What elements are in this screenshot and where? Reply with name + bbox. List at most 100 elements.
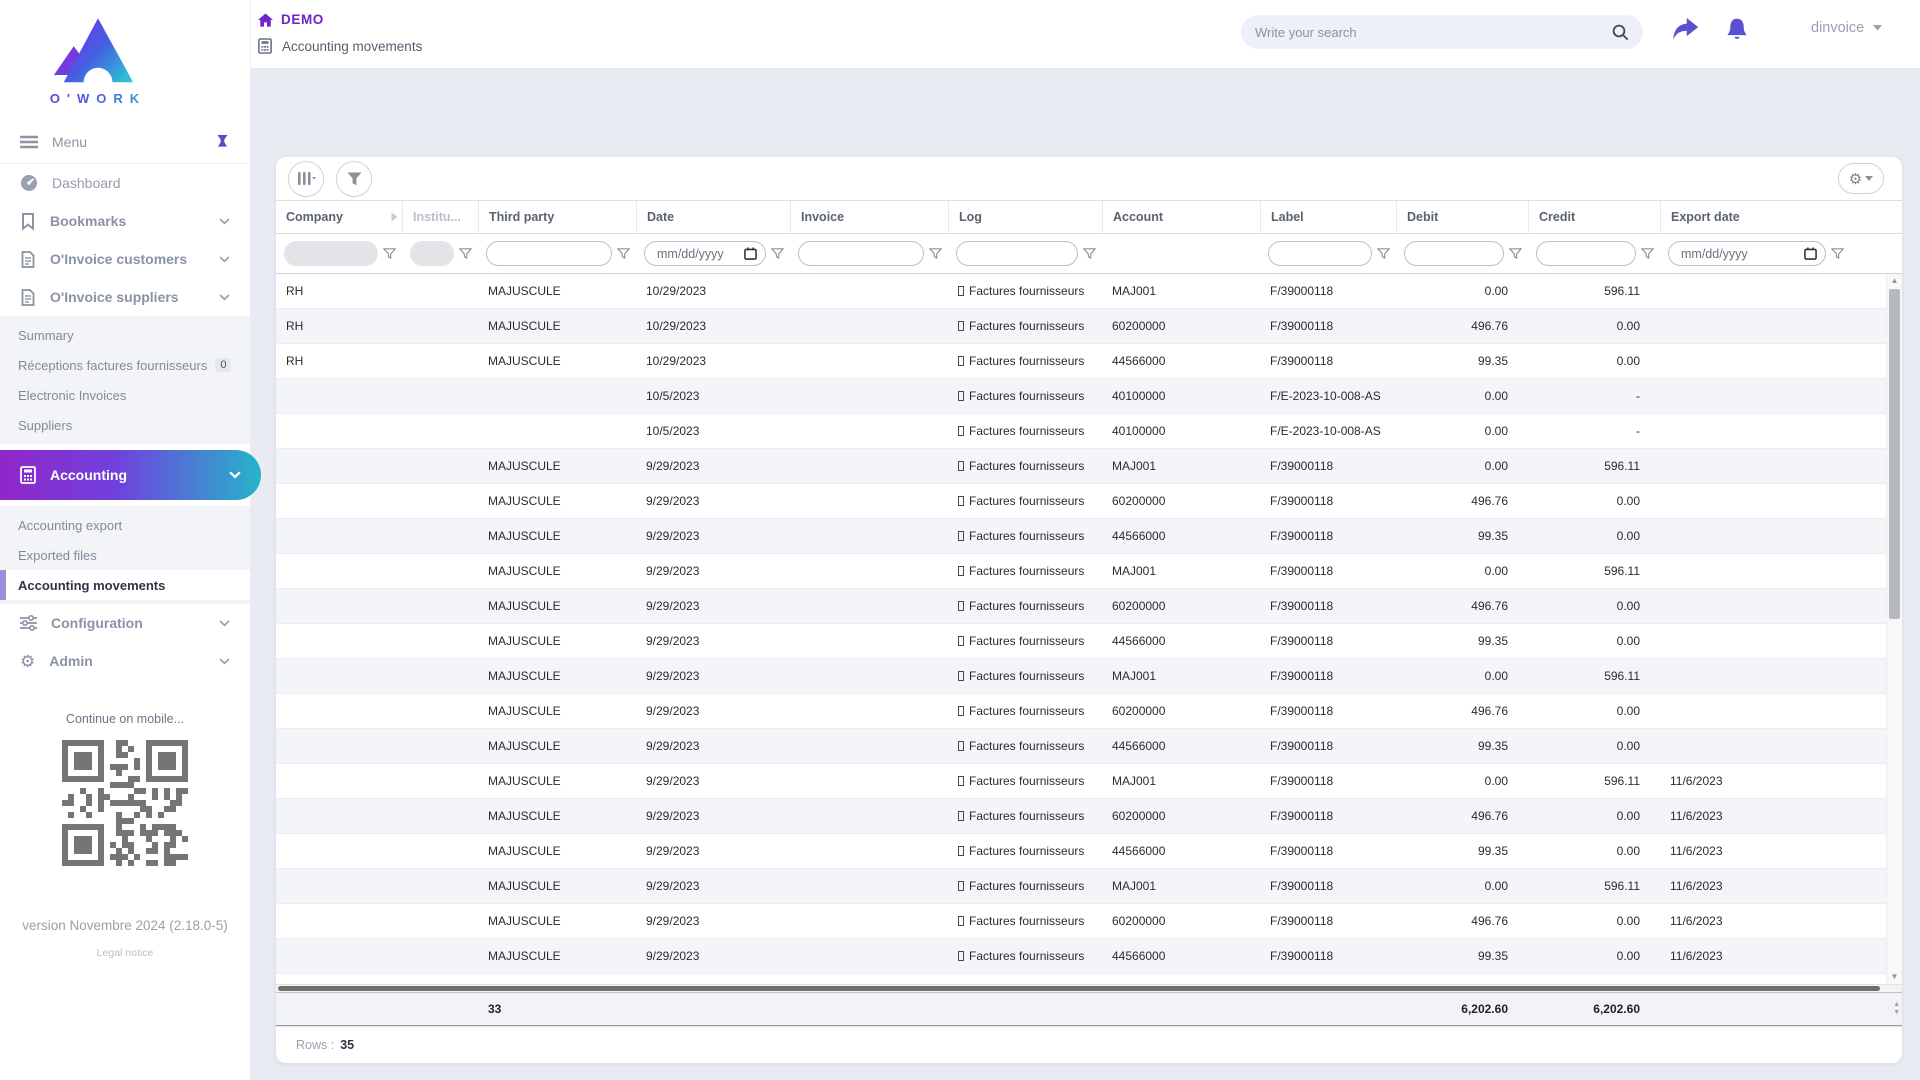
column-header-debit[interactable]: Debit bbox=[1396, 201, 1528, 233]
table-row[interactable]: MAJUSCULE9/29/2023Factures fournisseurs6… bbox=[276, 904, 1886, 939]
table-row[interactable]: MAJUSCULE9/29/2023Factures fournisseurs4… bbox=[276, 834, 1886, 869]
column-header-account[interactable]: Account bbox=[1102, 201, 1260, 233]
table-row[interactable]: MAJUSCULE9/29/2023Factures fournisseursM… bbox=[276, 659, 1886, 694]
sidebar-item-accounting[interactable]: Accounting bbox=[0, 450, 261, 500]
user-menu[interactable]: dinvoice bbox=[1811, 20, 1882, 36]
column-header-credit[interactable]: Credit bbox=[1528, 201, 1660, 233]
column-header-export-date[interactable]: Export date bbox=[1660, 201, 1886, 233]
totals-count: 33 bbox=[478, 1002, 636, 1016]
label-filter-input[interactable] bbox=[1268, 241, 1372, 266]
table-row[interactable]: MAJUSCULE9/29/2023Factures fournisseursM… bbox=[276, 764, 1886, 799]
table-row[interactable]: RHMAJUSCULE10/29/2023Factures fournisseu… bbox=[276, 344, 1886, 379]
column-header-third-party[interactable]: Third party bbox=[478, 201, 636, 233]
totals-scroll-arrows[interactable]: ▲▼ bbox=[1893, 1001, 1900, 1017]
funnel-icon[interactable] bbox=[1377, 248, 1390, 260]
sidebar-item-admin[interactable]: ⚙ Admin bbox=[0, 642, 250, 680]
funnel-icon[interactable] bbox=[771, 248, 784, 260]
cell-third_party: MAJUSCULE bbox=[478, 879, 636, 893]
column-header-log[interactable]: Log bbox=[948, 201, 1102, 233]
table-row[interactable]: MAJUSCULE9/29/2023Factures fournisseurs4… bbox=[276, 624, 1886, 659]
column-group-expand-icon[interactable] bbox=[391, 212, 398, 222]
search-icon[interactable] bbox=[1612, 24, 1629, 41]
column-header-institution[interactable]: Institu... bbox=[402, 201, 478, 233]
sidebar-item-receptions[interactable]: Réceptions factures fournisseurs0 bbox=[0, 350, 250, 380]
funnel-icon[interactable] bbox=[383, 248, 396, 260]
pin-icon[interactable] bbox=[215, 134, 230, 149]
table-row[interactable]: RHMAJUSCULE10/29/2023Factures fournisseu… bbox=[276, 274, 1886, 309]
debit-filter-input[interactable] bbox=[1404, 241, 1504, 266]
scrollbar-thumb[interactable] bbox=[1889, 289, 1900, 619]
column-header-label[interactable]: Label bbox=[1260, 201, 1396, 233]
sidebar-item-accounting-movements[interactable]: Accounting movements bbox=[0, 570, 250, 600]
table-row[interactable]: MAJUSCULE9/29/2023Factures fournisseurs6… bbox=[276, 484, 1886, 519]
breadcrumb[interactable]: DEMO bbox=[258, 12, 324, 27]
sidebar-item-dashboard[interactable]: Dashboard bbox=[0, 164, 250, 202]
cell-debit: 0.00 bbox=[1396, 774, 1528, 788]
sidebar-item-suppliers[interactable]: Suppliers bbox=[0, 410, 250, 440]
date-filter-input[interactable]: mm/dd/yyyy bbox=[644, 241, 766, 266]
table-row[interactable]: MAJUSCULE9/29/2023Factures fournisseurs6… bbox=[276, 694, 1886, 729]
horizontal-scrollbar-thumb[interactable] bbox=[278, 986, 1880, 991]
cell-debit: 99.35 bbox=[1396, 634, 1528, 648]
table-row[interactable]: RHMAJUSCULE10/29/2023Factures fournisseu… bbox=[276, 309, 1886, 344]
sidebar-menu-toggle[interactable]: Menu bbox=[0, 120, 250, 164]
table-row[interactable]: MAJUSCULE9/29/2023Factures fournisseurs4… bbox=[276, 729, 1886, 764]
column-header-invoice[interactable]: Invoice bbox=[790, 201, 948, 233]
third-party-filter-input[interactable] bbox=[486, 241, 612, 266]
sidebar-item-electronic-invoices[interactable]: Electronic Invoices bbox=[0, 380, 250, 410]
funnel-icon[interactable] bbox=[1509, 248, 1522, 260]
grid-settings-button[interactable]: ⚙ bbox=[1838, 163, 1884, 194]
sidebar-item-summary[interactable]: Summary bbox=[0, 320, 250, 350]
scroll-up-arrow[interactable]: ▲ bbox=[1887, 274, 1902, 288]
cell-date: 10/29/2023 bbox=[636, 284, 790, 298]
table-row[interactable]: MAJUSCULE9/29/2023Factures fournisseursM… bbox=[276, 554, 1886, 589]
export-date-filter-input[interactable]: mm/dd/yyyy bbox=[1668, 241, 1826, 266]
column-header-company[interactable]: Company bbox=[276, 201, 402, 233]
table-row[interactable]: 10/5/2023Factures fournisseurs40100000F/… bbox=[276, 379, 1886, 414]
funnel-icon[interactable] bbox=[459, 248, 472, 260]
log-glyph-icon bbox=[958, 671, 964, 681]
column-header-date[interactable]: Date bbox=[636, 201, 790, 233]
sidebar-item-bookmarks[interactable]: Bookmarks bbox=[0, 202, 250, 240]
funnel-icon[interactable] bbox=[1083, 248, 1096, 260]
cell-debit: 99.35 bbox=[1396, 949, 1528, 963]
sidebar-item-label: Accounting movements bbox=[18, 578, 165, 593]
table-row[interactable]: MAJUSCULE9/29/2023Factures fournisseursM… bbox=[276, 869, 1886, 904]
cell-label: F/39000118 bbox=[1260, 599, 1396, 613]
table-row[interactable]: MAJUSCULE9/29/2023Factures fournisseurs4… bbox=[276, 519, 1886, 554]
table-row[interactable]: MAJUSCULE9/29/2023Factures fournisseurs6… bbox=[276, 589, 1886, 624]
table-row[interactable]: MAJUSCULE9/29/2023Factures fournisseursM… bbox=[276, 449, 1886, 484]
calendar-icon[interactable] bbox=[1804, 247, 1817, 260]
funnel-icon[interactable] bbox=[929, 248, 942, 260]
table-row[interactable]: MAJUSCULE9/29/2023Factures fournisseurs6… bbox=[276, 799, 1886, 834]
columns-button[interactable] bbox=[288, 161, 324, 197]
share-icon[interactable] bbox=[1672, 18, 1699, 41]
totals-debit: 6,202.60 bbox=[1396, 1002, 1528, 1016]
horizontal-scrollbar[interactable] bbox=[276, 984, 1902, 992]
qr-code bbox=[58, 740, 192, 874]
cell-debit: 496.76 bbox=[1396, 494, 1528, 508]
vertical-scrollbar[interactable]: ▲ ▼ bbox=[1886, 274, 1902, 984]
scroll-down-arrow[interactable]: ▼ bbox=[1887, 970, 1902, 984]
invoice-filter-input[interactable] bbox=[798, 241, 924, 266]
search-input[interactable] bbox=[1255, 25, 1612, 40]
credit-filter-input[interactable] bbox=[1536, 241, 1636, 266]
legal-notice-link[interactable]: Legal notice bbox=[0, 947, 250, 959]
log-filter-input[interactable] bbox=[956, 241, 1078, 266]
sidebar-item-accounting-export[interactable]: Accounting export bbox=[0, 510, 250, 540]
table-row[interactable]: MAJUSCULE9/29/2023Factures fournisseurs4… bbox=[276, 939, 1886, 974]
funnel-icon[interactable] bbox=[1831, 248, 1844, 260]
notifications-bell-icon[interactable] bbox=[1725, 18, 1749, 42]
funnel-icon[interactable] bbox=[1641, 248, 1654, 260]
filter-button[interactable] bbox=[336, 161, 372, 197]
sidebar-item-configuration[interactable]: Configuration bbox=[0, 604, 250, 642]
sidebar-item-exported-files[interactable]: Exported files bbox=[0, 540, 250, 570]
funnel-icon[interactable] bbox=[617, 248, 630, 260]
sidebar-item-oinvoice-customers[interactable]: O'Invoice customers bbox=[0, 240, 250, 278]
sidebar-item-oinvoice-suppliers[interactable]: O'Invoice suppliers bbox=[0, 278, 250, 316]
table-row[interactable]: MAJUSCULE9/29/2023Factures fournisseursM… bbox=[276, 974, 1886, 984]
chevron-down-icon bbox=[219, 256, 230, 263]
cell-account: 44566000 bbox=[1102, 634, 1260, 648]
calendar-icon[interactable] bbox=[744, 247, 757, 260]
table-row[interactable]: 10/5/2023Factures fournisseurs40100000F/… bbox=[276, 414, 1886, 449]
